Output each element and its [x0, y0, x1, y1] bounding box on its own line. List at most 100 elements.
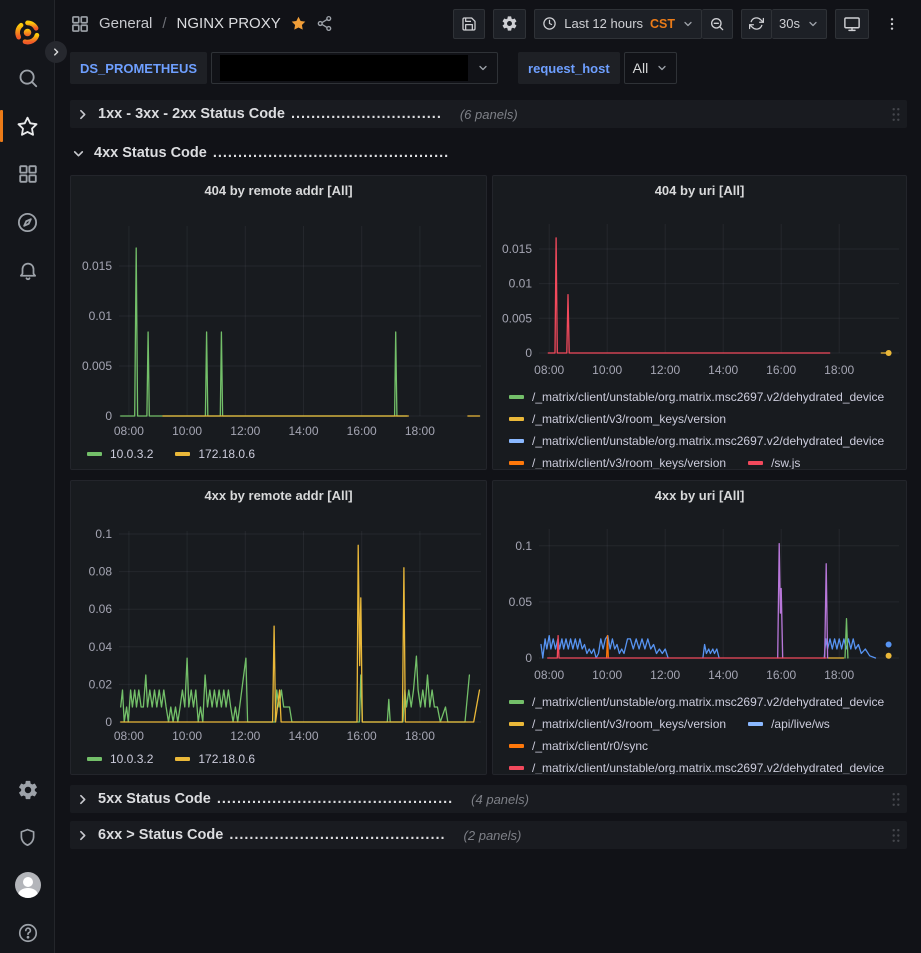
svg-text:16:00: 16:00 — [766, 363, 796, 377]
legend-label: /_matrix/client/v3/room_keys/version — [532, 717, 726, 731]
sidebar-item-help[interactable] — [0, 913, 55, 953]
legend-item[interactable]: /api/live/ws — [748, 717, 830, 731]
sidebar-item-starred[interactable] — [0, 106, 55, 146]
monitor-icon — [843, 15, 861, 33]
svg-text:0.01: 0.01 — [509, 277, 533, 291]
legend-item[interactable]: /_matrix/client/unstable/org.matrix.msc2… — [509, 390, 884, 404]
chevron-down-icon — [70, 147, 86, 160]
breadcrumb-title[interactable]: NGINX PROXY — [177, 15, 281, 32]
panel-title[interactable]: 4xx by uri [All] — [493, 488, 906, 503]
sidebar-item-alerting[interactable] — [0, 250, 55, 290]
legend-item[interactable]: /_matrix/client/v3/room_keys/version — [509, 412, 726, 426]
legend-item[interactable]: 172.18.0.6 — [175, 447, 255, 461]
dashboard-row-4xx[interactable]: 4xx Status Code.........................… — [70, 139, 907, 167]
refresh-interval-dropdown[interactable]: 30s — [772, 9, 827, 39]
grafana-logo-icon — [14, 19, 41, 46]
datasource-value-redacted — [220, 55, 468, 81]
sidebar-expand-button[interactable] — [45, 41, 67, 63]
svg-text:18:00: 18:00 — [405, 424, 435, 438]
legend-label: 172.18.0.6 — [198, 752, 255, 766]
star-filled-icon[interactable] — [290, 15, 307, 32]
panel-404-by-remote-addr: 404 by remote addr [All] 08:0010:0012:00… — [70, 175, 487, 470]
legend-item[interactable]: 172.18.0.6 — [175, 752, 255, 766]
legend-item[interactable]: /_matrix/client/unstable/org.matrix.msc2… — [509, 695, 884, 709]
clock-icon — [542, 16, 557, 31]
drag-handle-icon[interactable] — [891, 792, 901, 811]
svg-text:0: 0 — [525, 346, 532, 360]
svg-text:0.005: 0.005 — [82, 359, 112, 373]
legend-swatch — [509, 700, 524, 704]
kiosk-tv-mode-button[interactable] — [835, 9, 869, 39]
save-dashboard-button[interactable] — [453, 9, 485, 39]
dashboard-variables-bar: DS_PROMETHEUS request_host All — [55, 47, 921, 93]
avatar — [15, 872, 41, 898]
dashboard-row-6xx[interactable]: 6xx > Status Code.......................… — [70, 821, 907, 849]
panel-legend: 10.0.3.2 172.18.0.6 — [87, 748, 486, 770]
shield-icon — [17, 827, 38, 848]
panel-4xx-by-remote-addr: 4xx by remote addr [All] 08:0010:0012:00… — [70, 480, 487, 775]
legend-item[interactable]: /sw.js — [748, 456, 800, 470]
sidebar-item-dashboards[interactable] — [0, 154, 55, 194]
zoom-out-button[interactable] — [702, 9, 733, 39]
legend-item[interactable]: /_matrix/client/v3/room_keys/version — [509, 456, 726, 470]
svg-text:0.02: 0.02 — [89, 677, 113, 691]
panel-title[interactable]: 404 by uri [All] — [493, 183, 906, 198]
panel-title[interactable]: 4xx by remote addr [All] — [71, 488, 486, 503]
dashboard-row-1xx-3xx-2xx[interactable]: 1xx - 3xx - 2xx Status Code.............… — [70, 100, 907, 128]
refresh-button[interactable] — [741, 9, 772, 39]
row-title-leader: ........................................… — [213, 145, 449, 161]
row-title-leader: ........................................… — [229, 827, 445, 843]
legend-swatch — [509, 395, 524, 399]
timezone-label: CST — [650, 17, 675, 31]
svg-text:10:00: 10:00 — [172, 424, 202, 438]
sidebar-item-configuration[interactable] — [0, 770, 55, 810]
dashboard-row-5xx[interactable]: 5xx Status Code.........................… — [70, 785, 907, 813]
row-panel-count: (4 panels) — [471, 792, 529, 807]
svg-text:0.005: 0.005 — [502, 311, 532, 325]
more-menu-button[interactable] — [877, 9, 907, 39]
legend-item[interactable]: /_matrix/client/r0/sync — [509, 739, 648, 753]
toolbar-actions: Last 12 hours CST 30s — [453, 9, 907, 39]
panel-legend: /_matrix/client/unstable/org.matrix.msc2… — [509, 386, 906, 470]
legend-item[interactable]: /_matrix/client/unstable/org.matrix.msc2… — [509, 761, 884, 775]
svg-text:14:00: 14:00 — [288, 729, 318, 743]
svg-text:18:00: 18:00 — [405, 729, 435, 743]
svg-text:14:00: 14:00 — [288, 424, 318, 438]
row-title: 6xx > Status Code — [98, 827, 223, 843]
legend-item[interactable]: 10.0.3.2 — [87, 752, 153, 766]
breadcrumb-section[interactable]: General — [99, 15, 152, 32]
share-icon[interactable] — [316, 15, 333, 32]
breadcrumb-separator: / — [162, 15, 166, 32]
legend-item[interactable]: 10.0.3.2 — [87, 447, 153, 461]
svg-text:16:00: 16:00 — [347, 729, 377, 743]
legend-swatch — [175, 757, 190, 761]
drag-handle-icon[interactable] — [891, 828, 901, 847]
svg-text:16:00: 16:00 — [766, 668, 796, 682]
variable-datasource-dropdown[interactable] — [211, 52, 498, 84]
panel-grid: 404 by remote addr [All] 08:0010:0012:00… — [70, 175, 907, 775]
sidebar-item-search[interactable] — [0, 58, 55, 98]
panel-title[interactable]: 404 by remote addr [All] — [71, 183, 486, 198]
drag-handle-icon[interactable] — [891, 107, 901, 126]
legend-label: 172.18.0.6 — [198, 447, 255, 461]
legend-item[interactable]: /_matrix/client/v3/room_keys/version — [509, 717, 726, 731]
refresh-icon — [749, 16, 764, 31]
svg-text:10:00: 10:00 — [172, 729, 202, 743]
chart-canvas[interactable]: 08:0010:0012:0014:0016:0018:0000.020.040… — [71, 481, 487, 775]
svg-text:0.04: 0.04 — [89, 640, 113, 654]
variable-request-host-dropdown[interactable]: All — [624, 52, 678, 84]
legend-swatch — [509, 766, 524, 770]
svg-text:12:00: 12:00 — [650, 363, 680, 377]
time-range-picker[interactable]: Last 12 hours CST — [534, 9, 702, 39]
dashboard-settings-button[interactable] — [493, 9, 526, 39]
legend-item[interactable]: /_matrix/client/unstable/org.matrix.msc2… — [509, 434, 884, 448]
row-title: 1xx - 3xx - 2xx Status Code — [98, 106, 285, 122]
sidebar-item-server-admin[interactable] — [0, 817, 55, 857]
sidebar-item-explore[interactable] — [0, 202, 55, 242]
sidebar-item-profile[interactable] — [0, 865, 55, 905]
svg-text:0.1: 0.1 — [515, 539, 532, 553]
svg-text:12:00: 12:00 — [230, 729, 260, 743]
panel-404-by-uri: 404 by uri [All] 08:0010:0012:0014:0016:… — [492, 175, 907, 470]
dashboards-grid-icon — [17, 163, 39, 185]
chart-canvas[interactable]: 08:0010:0012:0014:0016:0018:0000.0050.01… — [71, 176, 487, 470]
